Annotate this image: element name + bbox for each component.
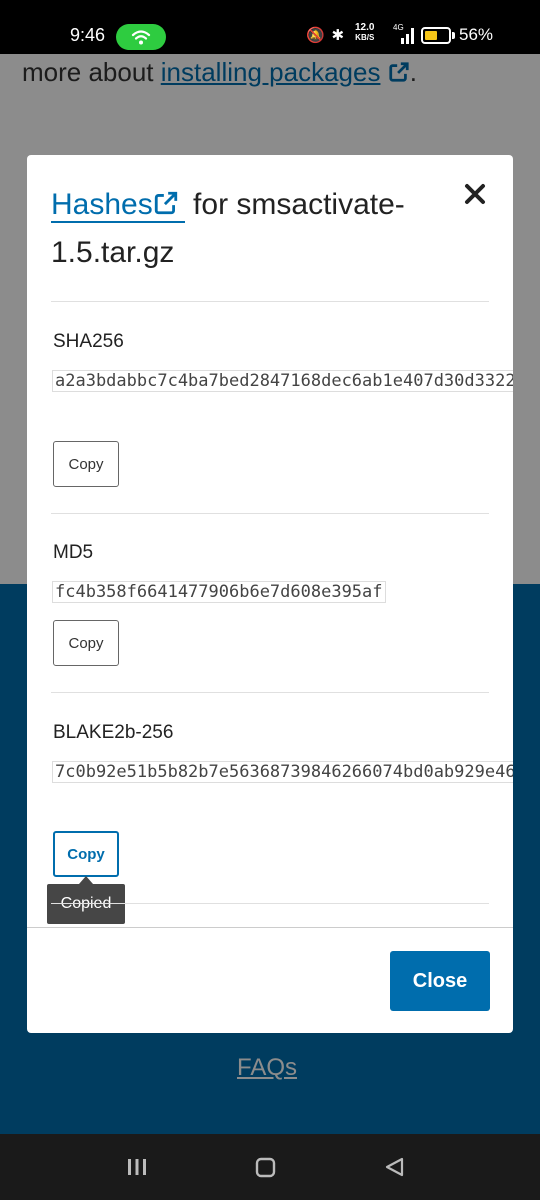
copy-sha256-button[interactable]: Copy (53, 441, 119, 487)
battery-percent: 56% (459, 25, 494, 44)
hash-algorithm-md5: MD5 (53, 542, 94, 563)
wifi-icon (131, 30, 151, 45)
cell-signal-icon: 4G (393, 23, 417, 48)
recent-apps-icon[interactable] (124, 1152, 150, 1182)
close-icon[interactable] (462, 181, 488, 207)
hashes-help-link[interactable]: Hashes (51, 188, 185, 223)
network-speed: 12.0 KB/S (355, 22, 375, 43)
close-button[interactable]: Close (390, 951, 490, 1011)
navigation-bar (0, 1134, 540, 1200)
mute-vibrate-icon: 🔕 (306, 26, 325, 44)
hashes-modal: Hashes for smsactivate-1.5.tar.gz SHA256… (27, 155, 513, 1033)
copied-tooltip: Copied (47, 876, 125, 924)
hash-value-sha256: a2a3bdabbc7c4ba7bed2847168dec6ab1e407d30… (52, 365, 513, 397)
hash-value-blake2b: 7c0b92e51b5b82b7e56368739846266074bd0ab9… (52, 756, 513, 788)
wifi-hotspot-pill (116, 24, 166, 50)
bluetooth-icon: ✱ (331, 26, 345, 44)
battery-fill (425, 31, 437, 40)
status-time: 9:46 (70, 25, 106, 45)
hash-value-md5: fc4b358f6641477906b6e7d608e395af (52, 576, 488, 608)
copy-md5-button[interactable]: Copy (53, 620, 119, 666)
modal-title: Hashes for smsactivate-1.5.tar.gz (51, 188, 405, 269)
copy-blake2b-button[interactable]: Copy (53, 831, 119, 877)
hash-algorithm-sha256: SHA256 (53, 331, 124, 352)
battery-icon (421, 27, 451, 44)
back-icon[interactable] (382, 1152, 408, 1182)
external-link-icon (154, 191, 177, 215)
home-icon[interactable] (253, 1152, 279, 1182)
status-bar: 9:46 🔕 ✱ 12.0 KB/S 4G 56% (0, 0, 540, 54)
hash-algorithm-blake2b: BLAKE2b-256 (53, 722, 174, 743)
